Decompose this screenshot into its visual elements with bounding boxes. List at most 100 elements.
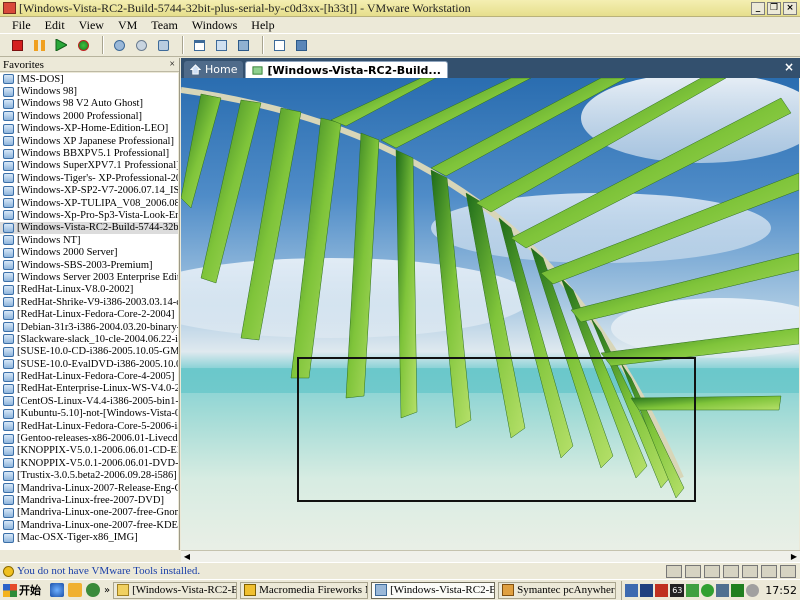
taskbar-item-vmware-1[interactable]: [Windows-Vista-RC2-Buil... — [113, 581, 238, 599]
media-player-icon[interactable] — [86, 583, 100, 597]
tray-update-icon[interactable] — [701, 584, 715, 597]
clock[interactable]: 17:52 — [765, 584, 797, 597]
favorites-item[interactable]: [Windows 98 V2 Auto Ghost] — [0, 98, 178, 110]
favorites-item[interactable]: [Windows SuperXPV7.1 Professional] — [0, 160, 178, 172]
sound-icon[interactable] — [761, 565, 777, 578]
menu-file[interactable]: File — [12, 18, 31, 33]
favorites-item[interactable]: [Windows XP Japanese Professional] — [0, 135, 178, 147]
favorites-item[interactable]: [Windows Server 2003 Enterprise Edition] — [0, 271, 178, 283]
favorites-item[interactable]: [Trustix-3.0.5.beta2-2006.09.28-i586] — [0, 470, 178, 482]
favorites-item[interactable]: [Windows 2000 Professional] — [0, 110, 178, 122]
revert-snapshot-icon[interactable] — [132, 36, 150, 54]
hard-disk-icon[interactable] — [704, 565, 720, 578]
favorites-item-label: [Windows BBXPV5.1 Professional] — [17, 148, 170, 160]
quick-switch-icon[interactable] — [212, 36, 230, 54]
vm-console-screen[interactable] — [181, 78, 799, 550]
favorites-item[interactable]: [Windows 98] — [0, 85, 178, 97]
favorites-item[interactable]: [Windows 2000 Server] — [0, 246, 178, 258]
start-button[interactable]: 开始 — [0, 582, 44, 598]
favorites-item[interactable]: [CentOS-Linux-V4.4-i386-2005-bin1-4] — [0, 395, 178, 407]
tray-connection-icon[interactable] — [731, 584, 745, 597]
favorites-item[interactable]: [Windows-XP-Home-Edition-LEO] — [0, 123, 178, 135]
maximize-button[interactable]: ❐ — [767, 1, 781, 15]
taskbar-item-fireworks[interactable]: Macromedia Fireworks M... — [240, 581, 369, 599]
menu-team[interactable]: Team — [151, 18, 177, 33]
menu-edit[interactable]: Edit — [45, 18, 65, 33]
favorites-item[interactable]: [SUSE-10.0-CD-i386-2005.10.05-GM] — [0, 346, 178, 358]
snapshot-icon[interactable] — [110, 36, 128, 54]
power-on-icon[interactable] — [52, 36, 70, 54]
favorites-item[interactable]: [Windows-XP-TULIPA_V08_2006.08.17] — [0, 197, 178, 209]
favorites-item[interactable]: [Mandriva-Linux-2007-Release-Eng-CD] — [0, 482, 178, 494]
tray-app-icon[interactable] — [686, 584, 700, 597]
favorites-item[interactable]: [RedHat-Linux-Fedora-Core-5-2006-i386] — [0, 420, 178, 432]
tray-antivirus-icon[interactable] — [655, 584, 669, 597]
taskbar-item-vmware-2[interactable]: [Windows-Vista-RC2-Buil... — [371, 581, 496, 599]
snapshot-manager-icon[interactable] — [154, 36, 172, 54]
favorites-item[interactable]: [MS-DOS] — [0, 73, 178, 85]
favorites-item[interactable]: [Windows-SBS-2003-Premium] — [0, 259, 178, 271]
favorites-item[interactable]: [Windows-XP-SP2-V7-2006.07.14_ISO] — [0, 185, 178, 197]
tray-shield-icon[interactable] — [640, 584, 654, 597]
menu-view[interactable]: View — [79, 18, 104, 33]
favorites-item[interactable]: [Windows BBXPV5.1 Professional] — [0, 147, 178, 159]
tray-network-icon[interactable] — [625, 584, 639, 597]
scroll-left-icon[interactable]: ◀ — [181, 551, 193, 562]
menu-vm[interactable]: VM — [118, 18, 137, 33]
suspend-icon[interactable] — [30, 36, 48, 54]
usb-icon[interactable] — [742, 565, 758, 578]
horizontal-scrollbar[interactable]: ◀ ▶ — [181, 550, 800, 562]
ie-icon[interactable] — [50, 583, 64, 597]
power-off-icon[interactable] — [8, 36, 26, 54]
favorites-item[interactable]: [Windows-Xp-Pro-Sp3-Vista-Look-Eng] — [0, 209, 178, 221]
favorites-item[interactable]: [Mandriva-Linux-one-2007-free-KDE] — [0, 519, 178, 531]
tab-home[interactable]: Home — [184, 61, 244, 78]
vm-icon — [3, 470, 14, 481]
favorites-item[interactable]: [RedHat-Shrike-V9-i386-2003.03.14-disc- — [0, 296, 178, 308]
favorites-item[interactable]: [Mac-OSX-Tiger-x86_IMG] — [0, 531, 178, 543]
favorites-item[interactable]: [RedHat-Linux-V8.0-2002] — [0, 284, 178, 296]
favorites-item[interactable]: [Windows NT] — [0, 234, 178, 246]
favorites-item[interactable]: [Kubuntu-5.10]-not-[Windows-Vista-0510 — [0, 408, 178, 420]
favorites-item[interactable]: [SUSE-10.0-EvalDVD-i386-2005.10.05-G — [0, 358, 178, 370]
floppy-icon[interactable] — [666, 565, 682, 578]
outlook-icon[interactable] — [68, 583, 82, 597]
favorites-item[interactable]: [KNOPPIX-V5.0.1-2006.06.01-CD-EN] — [0, 445, 178, 457]
favorites-item[interactable]: [Windows-Vista-RC2-Build-5744-32bit-pl — [0, 221, 178, 235]
tray-badge-icon[interactable]: 63 — [670, 584, 685, 597]
favorites-item[interactable]: [Gentoo-releases-x86-2006.01-Livecd] — [0, 432, 178, 444]
favorites-item[interactable]: [Mandriva-Linux-free-2007-DVD] — [0, 494, 178, 506]
tray-volume-icon[interactable] — [716, 584, 730, 597]
taskbar-item-pcanywhere[interactable]: Symantec pcAnywhere — [498, 581, 617, 599]
scroll-track[interactable] — [193, 552, 788, 561]
close-button[interactable]: × — [783, 1, 797, 15]
favorites-item[interactable]: [RedHat-Linux-Fedora-Core-2-2004] — [0, 308, 178, 320]
scroll-right-icon[interactable]: ▶ — [788, 551, 800, 562]
reset-icon[interactable] — [74, 36, 92, 54]
full-screen-icon[interactable] — [234, 36, 252, 54]
favorites-item[interactable]: [Slackware-slack_10-cle-2004.06.22-insta… — [0, 333, 178, 345]
menu-help[interactable]: Help — [251, 18, 274, 33]
favorites-item[interactable]: [Debian-31r3-i386-2004.03.20-binary-ISO — [0, 321, 178, 333]
message-log-icon[interactable] — [780, 565, 796, 578]
network-icon[interactable] — [723, 565, 739, 578]
menu-windows[interactable]: Windows — [192, 18, 238, 33]
tab-close-icon[interactable]: × — [784, 60, 794, 74]
tab-bar: Home [Windows-Vista-RC2-Build... × — [181, 58, 800, 78]
favorites-close-icon[interactable]: × — [169, 58, 175, 72]
favorites-item[interactable]: [RedHat-Linux-Fedora-Core-4-2005] — [0, 370, 178, 382]
tab-vm-active[interactable]: [Windows-Vista-RC2-Build... — [245, 61, 448, 78]
quick-launch-more-icon[interactable]: » — [104, 585, 110, 596]
favorites-item[interactable]: [Windows-Tiger's- XP-Professional-2006-( — [0, 172, 178, 184]
console-view-icon[interactable] — [292, 36, 310, 54]
minimize-button[interactable]: _ — [751, 1, 765, 15]
cdrom-icon[interactable] — [685, 565, 701, 578]
favorites-item[interactable]: [KNOPPIX-V5.0.1-2006.06.01-DVD-EN] — [0, 457, 178, 469]
favorites-item[interactable]: [Mandriva-Linux-one-2007-free-Gnome] — [0, 507, 178, 519]
tray-sync-icon[interactable] — [746, 584, 760, 597]
favorites-item[interactable]: [RedHat-Enterprise-Linux-WS-V4.0-2005- — [0, 383, 178, 395]
summary-view-icon[interactable] — [270, 36, 288, 54]
normal-view-icon[interactable] — [190, 36, 208, 54]
vmware-app-icon[interactable] — [3, 2, 16, 14]
vmware-tools-warning[interactable]: You do not have VMware Tools installed. — [0, 565, 270, 577]
